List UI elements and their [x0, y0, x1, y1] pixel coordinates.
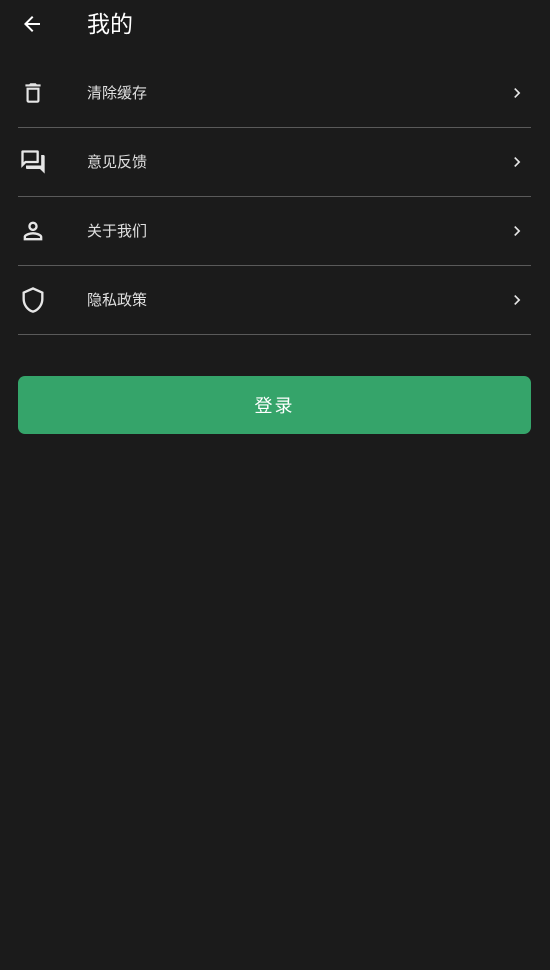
back-button[interactable] [17, 9, 47, 39]
shield-icon [18, 285, 48, 315]
person-icon [18, 216, 48, 246]
chevron-right-icon [507, 81, 527, 105]
trash-icon [18, 78, 48, 108]
menu-item-label: 意见反馈 [87, 153, 148, 171]
settings-menu: 清除缓存 意见反馈 关于我们 隐私政策 [18, 59, 531, 335]
login-button[interactable]: 登录 [18, 376, 531, 434]
menu-item-feedback[interactable]: 意见反馈 [18, 128, 531, 197]
menu-item-label: 关于我们 [87, 222, 148, 240]
chevron-right-icon [507, 219, 527, 243]
chevron-right-icon [507, 288, 527, 312]
page-title: 我的 [87, 12, 133, 38]
profile-screen: 我的 清除缓存 意见反馈 关于我们 隐私政策 登录 [0, 0, 550, 970]
forum-chat-icon [18, 147, 48, 177]
menu-item-privacy-policy[interactable]: 隐私政策 [18, 266, 531, 335]
chevron-right-icon [507, 150, 527, 174]
menu-item-about-us[interactable]: 关于我们 [18, 197, 531, 266]
menu-item-label: 隐私政策 [87, 291, 148, 309]
app-header: 我的 [0, 0, 550, 50]
menu-item-label: 清除缓存 [87, 84, 148, 102]
arrow-back-icon [24, 16, 40, 32]
menu-item-clear-cache[interactable]: 清除缓存 [18, 59, 531, 128]
